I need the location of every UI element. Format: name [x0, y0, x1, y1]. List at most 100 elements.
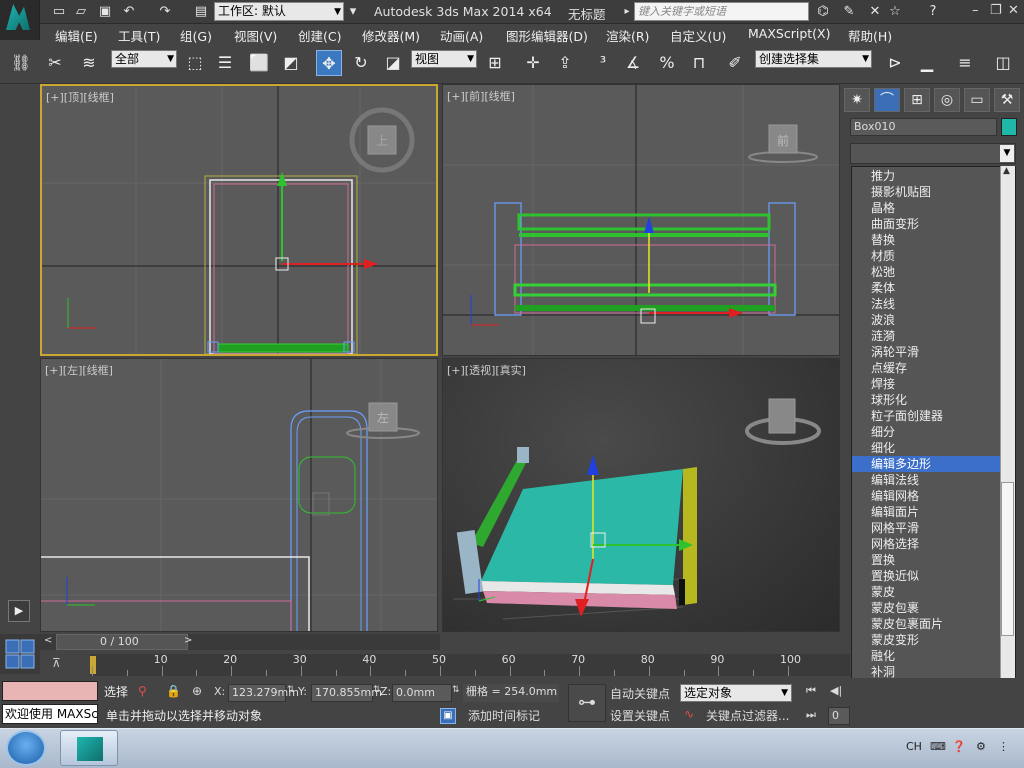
x-spinner-icon[interactable]: ⇅	[287, 685, 295, 695]
modifier-list-item[interactable]: 置换近似	[852, 568, 1002, 584]
menu-item[interactable]: 自定义(U)	[670, 26, 726, 45]
menu-item[interactable]: 渲染(R)	[606, 26, 649, 45]
minimize-icon[interactable]: –	[972, 3, 979, 18]
modifier-list-item[interactable]: 焊接	[852, 376, 1002, 392]
isolate-icon[interactable]: ⚲	[138, 684, 147, 698]
tray-expand-icon[interactable]: ⋮	[998, 740, 1009, 753]
menu-item[interactable]: 编辑(E)	[55, 26, 98, 45]
modifier-list-item[interactable]: 蒙皮包裹	[852, 600, 1002, 616]
unlink-icon[interactable]: ✂	[42, 50, 68, 76]
percent-snap-icon[interactable]: %	[654, 50, 680, 76]
set-key-icon[interactable]: ⊶	[568, 684, 606, 722]
rect-selection-icon[interactable]: ⬜	[246, 50, 272, 76]
key-filters-button[interactable]: 关键点过滤器...	[706, 707, 794, 725]
select-move-icon[interactable]: ✥	[316, 50, 342, 76]
modifier-list-item[interactable]: 涟漪	[852, 328, 1002, 344]
app-logo-button[interactable]	[0, 0, 40, 40]
viewport-left[interactable]: [+][左][线框] 左	[40, 358, 438, 632]
modifier-list-item[interactable]: 置换	[852, 552, 1002, 568]
modifier-list-item[interactable]: 蒙皮	[852, 584, 1002, 600]
modifier-list-item[interactable]: 波浪	[852, 312, 1002, 328]
track-bar[interactable]: 10 20 30 40 50 60 70 80 90 100	[90, 653, 850, 676]
language-indicator[interactable]: CH	[906, 740, 922, 753]
motion-tab-icon[interactable]: ◎	[934, 88, 960, 112]
menu-item[interactable]: 视图(V)	[234, 26, 277, 45]
select-object-icon[interactable]: ⬚	[182, 50, 208, 76]
modifier-list-item[interactable]: 编辑面片	[852, 504, 1002, 520]
modify-tab-icon[interactable]: ⌒	[874, 88, 900, 112]
named-selection-dropdown[interactable]: 创建选择集 ▼	[755, 50, 872, 68]
transform-mode-icon[interactable]: ⊕	[192, 684, 202, 698]
curve-editor-icon[interactable]: ⊼	[52, 656, 72, 674]
modifier-list-item[interactable]: 法线	[852, 296, 1002, 312]
save-icon[interactable]: ▣	[96, 3, 114, 21]
search-input[interactable]: 键入关键字或短语	[634, 2, 809, 21]
lock-icon[interactable]: 🔒	[166, 684, 181, 698]
set-key-button[interactable]: 设置关键点	[610, 707, 676, 725]
scrollbar-thumb[interactable]	[1001, 482, 1014, 636]
modifier-list-item[interactable]: 晶格	[852, 200, 1002, 216]
keyboard-shortcut-icon[interactable]: ⇪	[552, 50, 578, 76]
modifier-list-item[interactable]: 编辑多边形	[852, 456, 1002, 472]
maxscript-listener[interactable]: 欢迎使用 MAXSc	[2, 704, 98, 724]
modifier-list-item[interactable]: 松弛	[852, 264, 1002, 280]
z-coord-field[interactable]: 0.0mm	[392, 684, 452, 702]
spinner-snap-icon[interactable]: ⊓	[686, 50, 712, 76]
viewport-perspective[interactable]: [+][透视][真实]	[442, 358, 840, 632]
link-icon[interactable]: ⛓	[8, 50, 34, 76]
key-tangent-icon[interactable]: ∿	[684, 707, 694, 721]
viewcube-top-label[interactable]: 上	[376, 134, 388, 148]
modifier-list-item[interactable]: 细化	[852, 440, 1002, 456]
current-frame-field[interactable]: 0	[828, 707, 850, 725]
modifier-list-item[interactable]: 细分	[852, 424, 1002, 440]
window-crossing-icon[interactable]: ◩	[278, 50, 304, 76]
play-expand-button[interactable]: ▶	[8, 600, 30, 622]
menu-item[interactable]: MAXScript(X)	[748, 26, 830, 41]
modifier-list-dropdown[interactable]: ▼	[850, 143, 1016, 164]
taskbar-3dsmax-button[interactable]	[60, 730, 118, 766]
display-tab-icon[interactable]: ▭	[964, 88, 990, 112]
select-by-name-icon[interactable]: ☰	[212, 50, 238, 76]
modifier-list-item[interactable]: 摄影机贴图	[852, 184, 1002, 200]
open-folder-icon[interactable]: ▱	[72, 3, 90, 21]
time-slider[interactable]: < 0 / 100 >	[40, 634, 440, 650]
modifier-list-item[interactable]: 涡轮平滑	[852, 344, 1002, 360]
ref-coord-dropdown[interactable]: 视图 ▼	[411, 50, 477, 68]
modifier-list-item[interactable]: 点缓存	[852, 360, 1002, 376]
render-setup-icon[interactable]: ◫	[990, 50, 1016, 76]
exchange-icon[interactable]: ✕	[866, 3, 884, 21]
prev-key-icon[interactable]: ◀|	[830, 684, 842, 697]
next-frame-icon[interactable]: >	[184, 635, 192, 646]
quick-access-dropdown-icon[interactable]: ▾	[344, 3, 362, 21]
key-mode-toggle-icon[interactable]: ⏭	[806, 708, 816, 722]
modifier-list-item[interactable]: 蒙皮变形	[852, 632, 1002, 648]
menu-item[interactable]: 图形编辑器(D)	[506, 26, 588, 45]
modifier-list-item[interactable]: 推力	[852, 168, 1002, 184]
modifier-list-item[interactable]: 柔体	[852, 280, 1002, 296]
viewport-top[interactable]: [+][顶][线框] 上	[40, 84, 438, 356]
viewcube-front-label[interactable]: 前	[777, 133, 789, 148]
add-time-tag-button[interactable]: 添加时间标记	[468, 707, 558, 725]
time-tag-icon[interactable]: ▣	[440, 708, 456, 724]
modifier-list-item[interactable]: 融化	[852, 648, 1002, 664]
pivot-center-icon[interactable]: ⊞	[482, 50, 508, 76]
edit-named-sets-icon[interactable]: ✐	[722, 50, 748, 76]
new-file-icon[interactable]: ▭	[50, 3, 68, 21]
angle-snap-icon[interactable]: ∡	[620, 50, 646, 76]
menu-item[interactable]: 组(G)	[180, 26, 212, 45]
maxscript-listener-pink[interactable]	[2, 681, 98, 701]
selection-filter-dropdown[interactable]: 全部 ▼	[111, 50, 177, 68]
time-marker[interactable]	[90, 656, 96, 674]
bind-spacewarp-icon[interactable]: ≋	[76, 50, 102, 76]
restore-icon[interactable]: ❐	[990, 3, 1002, 18]
modifier-list-item[interactable]: 编辑法线	[852, 472, 1002, 488]
viewport-layout-button[interactable]	[0, 634, 40, 674]
z-spinner-icon[interactable]: ⇅	[452, 685, 460, 695]
keyboard-icon[interactable]: ⌨	[930, 740, 946, 753]
object-name-field[interactable]: Box010	[850, 118, 997, 136]
x-coord-field[interactable]: 123.279mm	[228, 684, 299, 702]
viewcube-left-label[interactable]: 左	[377, 410, 389, 425]
modifier-list-item[interactable]: 替换	[852, 232, 1002, 248]
help-tray-icon[interactable]: ❓	[952, 740, 966, 753]
favorites-star-icon[interactable]: ☆	[886, 3, 904, 21]
